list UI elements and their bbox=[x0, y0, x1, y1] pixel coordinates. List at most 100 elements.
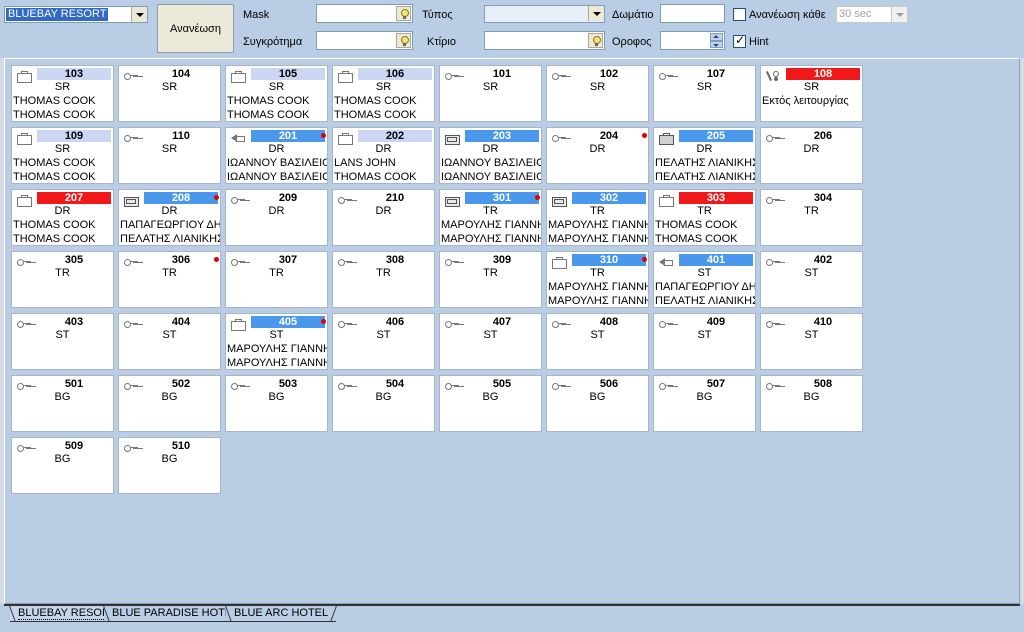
room-type: ST bbox=[590, 329, 605, 341]
room-tile[interactable]: 110 SR bbox=[118, 127, 221, 184]
hint-checkbox[interactable] bbox=[733, 33, 746, 48]
key-icon bbox=[124, 381, 138, 391]
room-tile[interactable]: 507 BG bbox=[653, 375, 756, 432]
building-label: Κτίριο bbox=[427, 36, 456, 48]
room-tile[interactable]: 104 SR bbox=[118, 65, 221, 122]
room-type: BG bbox=[268, 391, 285, 403]
room-tile[interactable]: 303 TR THOMAS COOK THOMAS COOK bbox=[653, 189, 756, 246]
room-tile[interactable]: 302 TR ΜΑΡΟΥΛΗΣ ΓΙΑΝΝΗΣ ΜΑΡΟΥΛΗΣ ΓΙΑΝΝΗΣ bbox=[546, 189, 649, 246]
room-tile[interactable]: 404 ST bbox=[118, 313, 221, 370]
key-icon bbox=[766, 133, 780, 143]
lightbulb-icon[interactable] bbox=[396, 33, 411, 48]
room-tile[interactable]: 505 BG bbox=[439, 375, 542, 432]
room-tile[interactable]: 207 DR THOMAS COOK THOMAS COOK bbox=[11, 189, 114, 246]
room-number: 102 bbox=[599, 68, 619, 80]
room-tile[interactable]: 401 ST ΠΑΠΑΓΕΩΡΓΙΟΥ ΔΗΜ ΠΕΛΑΤΗΣ ΛΙΑΝΙΚΗΣ bbox=[653, 251, 756, 308]
complex-input[interactable] bbox=[316, 31, 413, 50]
room-type: SR bbox=[375, 81, 392, 93]
room-tile[interactable]: 510 BG bbox=[118, 437, 221, 494]
suitcase-icon bbox=[17, 195, 32, 207]
chevron-down-icon[interactable] bbox=[710, 40, 723, 48]
room-type: TR bbox=[590, 205, 605, 217]
chevron-down-icon[interactable] bbox=[131, 7, 147, 22]
mask-input[interactable] bbox=[316, 4, 413, 23]
key-icon bbox=[17, 257, 31, 267]
room-tile[interactable]: 106 SR THOMAS COOK THOMAS COOK bbox=[332, 65, 435, 122]
room-number: 206 bbox=[813, 130, 833, 142]
room-input[interactable] bbox=[660, 4, 725, 23]
room-tile[interactable]: 107 SR bbox=[653, 65, 756, 122]
key-icon bbox=[552, 133, 566, 143]
room-tile[interactable]: 206 DR bbox=[760, 127, 863, 184]
room-tile[interactable]: 203 DR ΙΩΑΝΝΟΥ ΒΑΣΙΛΕΙΟΣ ΙΩΑΝΝΟΥ ΒΑΣΙΛΕΙΟΣ bbox=[439, 127, 542, 184]
building-input[interactable] bbox=[484, 31, 605, 50]
room-tile[interactable]: 501 BG bbox=[11, 375, 114, 432]
room-number: 506 bbox=[599, 378, 619, 390]
room-tile[interactable]: 410 ST bbox=[760, 313, 863, 370]
room-number: 508 bbox=[813, 378, 833, 390]
room-tile[interactable]: 102 SR bbox=[546, 65, 649, 122]
room-tile[interactable]: 109 SR THOMAS COOK THOMAS COOK bbox=[11, 127, 114, 184]
room-type: TR bbox=[269, 267, 284, 279]
type-select[interactable] bbox=[484, 5, 605, 23]
auto-refresh-checkbox[interactable] bbox=[733, 8, 746, 21]
room-tile[interactable]: 202 DR LANS JOHN THOMAS COOK bbox=[332, 127, 435, 184]
room-tile[interactable]: 503 BG bbox=[225, 375, 328, 432]
checkout-arrow-icon bbox=[231, 133, 245, 143]
room-type: DR bbox=[268, 205, 285, 217]
room-tile[interactable]: 307 TR bbox=[225, 251, 328, 308]
room-tile[interactable]: 506 BG bbox=[546, 375, 649, 432]
hotel-tab-strip: BLUEBAY RESORT BLUE PARADISE HOTEL BLUE … bbox=[0, 604, 1024, 632]
lightbulb-icon[interactable] bbox=[588, 33, 603, 48]
room-tile[interactable]: 105 SR THOMAS COOK THOMAS COOK bbox=[225, 65, 328, 122]
room-tile[interactable]: 509 BG bbox=[11, 437, 114, 494]
room-tile[interactable]: 504 BG bbox=[332, 375, 435, 432]
refresh-button[interactable]: Ανανέωση bbox=[157, 4, 234, 53]
room-tile[interactable]: 301 TR ΜΑΡΟΥΛΗΣ ΓΙΑΝΝΗΣ ΜΑΡΟΥΛΗΣ ΓΙΑΝΝΗΣ bbox=[439, 189, 542, 246]
room-type: ST bbox=[804, 267, 819, 279]
room-tile[interactable]: 108 SR Εκτός λειτουργίας bbox=[760, 65, 863, 122]
room-guest-line-2: ΠΕΛΑΤΗΣ ΛΙΑΝΙΚΗΣ bbox=[655, 171, 756, 183]
key-icon bbox=[766, 381, 780, 391]
hotel-select[interactable]: BLUEBAY RESORT bbox=[4, 6, 148, 23]
room-type: ST bbox=[697, 267, 712, 279]
room-board: 103 SR THOMAS COOK THOMAS COOK 104 SR 105 SR THO… bbox=[4, 58, 1020, 604]
chevron-up-icon[interactable] bbox=[710, 33, 723, 41]
room-tile[interactable]: 308 TR bbox=[332, 251, 435, 308]
room-tile[interactable]: 403 ST bbox=[11, 313, 114, 370]
floor-stepper[interactable] bbox=[660, 31, 725, 50]
chevron-down-icon[interactable] bbox=[891, 7, 907, 22]
room-tile[interactable]: 101 SR bbox=[439, 65, 542, 122]
room-tile[interactable]: 205 DR ΠΕΛΑΤΗΣ ΛΙΑΝΙΚΗΣ ΠΕΛΑΤΗΣ ΛΙΑΝΙΚΗΣ bbox=[653, 127, 756, 184]
tab-blue-arc-hotel[interactable]: BLUE ARC HOTEL bbox=[226, 606, 337, 622]
auto-refresh-label: Ανανέωση κάθε bbox=[749, 9, 826, 21]
room-tile[interactable]: 406 ST bbox=[332, 313, 435, 370]
room-tile[interactable]: 304 TR bbox=[760, 189, 863, 246]
room-tile[interactable]: 201 DR ΙΩΑΝΝΟΥ ΒΑΣΙΛΕΙΟΣ ΙΩΑΝΝΟΥ ΒΑΣΙΛΕΙΟΣ bbox=[225, 127, 328, 184]
room-tile[interactable]: 405 ST ΜΑΡΟΥΛΗΣ ΓΙΑΝΝΗΣ ΜΑΡΟΥΛΗΣ ΓΙΑΝΝΗΣ bbox=[225, 313, 328, 370]
room-tile[interactable]: 204 DR bbox=[546, 127, 649, 184]
room-tile[interactable]: 508 BG bbox=[760, 375, 863, 432]
room-number: 209 bbox=[278, 192, 298, 204]
room-tile[interactable]: 310 TR ΜΑΡΟΥΛΗΣ ΓΙΑΝΝΗΣ ΜΑΡΟΥΛΗΣ ΓΙΑΝΝΗΣ bbox=[546, 251, 649, 308]
room-tile[interactable]: 306 TR bbox=[118, 251, 221, 308]
key-icon bbox=[445, 257, 459, 267]
room-tile[interactable]: 210 DR bbox=[332, 189, 435, 246]
key-icon bbox=[552, 71, 566, 81]
room-guest-line-1: LANS JOHN bbox=[334, 157, 396, 169]
spin-buttons[interactable] bbox=[710, 33, 723, 48]
room-tile[interactable]: 502 BG bbox=[118, 375, 221, 432]
key-icon bbox=[766, 319, 780, 329]
chevron-down-icon[interactable] bbox=[588, 6, 604, 21]
room-tile[interactable]: 409 ST bbox=[653, 313, 756, 370]
room-tile[interactable]: 103 SR THOMAS COOK THOMAS COOK bbox=[11, 65, 114, 122]
room-tile[interactable]: 309 TR bbox=[439, 251, 542, 308]
room-tile[interactable]: 407 ST bbox=[439, 313, 542, 370]
lightbulb-icon[interactable] bbox=[396, 6, 411, 21]
room-tile[interactable]: 408 ST bbox=[546, 313, 649, 370]
room-tile[interactable]: 209 DR bbox=[225, 189, 328, 246]
room-tile[interactable]: 305 TR bbox=[11, 251, 114, 308]
room-tile[interactable]: 208 DR ΠΑΠΑΓΕΩΡΓΙΟΥ ΔΗΜ ΠΕΛΑΤΗΣ ΛΙΑΝΙΚΗΣ bbox=[118, 189, 221, 246]
room-tile[interactable]: 402 ST bbox=[760, 251, 863, 308]
refresh-interval-select[interactable]: 30 sec bbox=[836, 6, 908, 23]
